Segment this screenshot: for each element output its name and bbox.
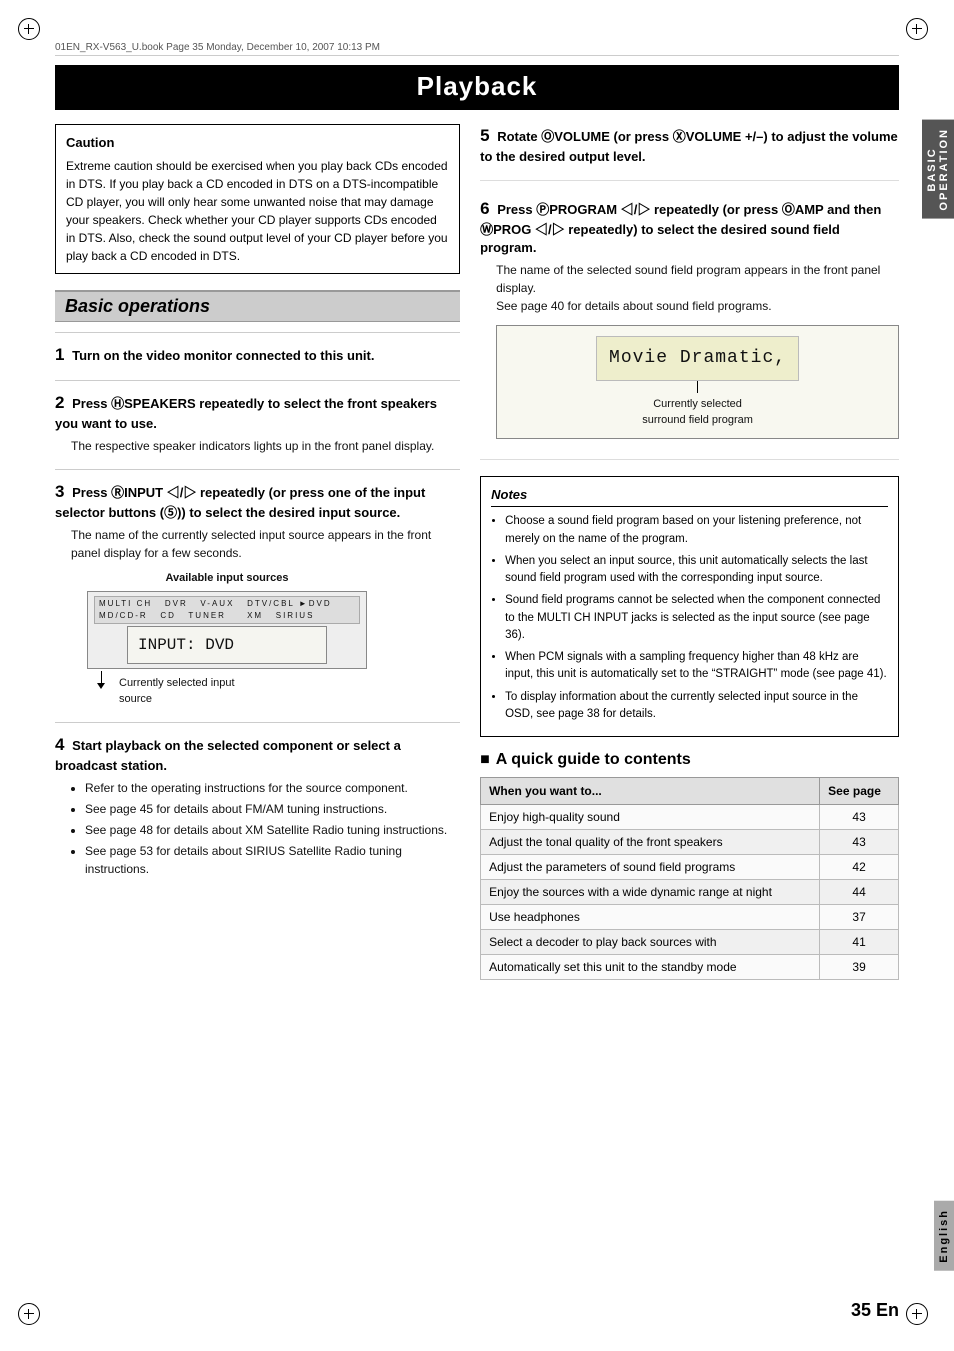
notes-item-1: Choose a sound field program based on yo… [505, 513, 888, 548]
step-3: 3 Press ⓇINPUT ◁/▷ repeatedly (or press … [55, 480, 460, 707]
table-cell-page: 39 [820, 955, 899, 980]
input-diagram: Available input sources MULTI CH DVR V-A… [87, 570, 367, 708]
step-4-bullet-1: Refer to the operating instructions for … [85, 779, 460, 797]
step-1-text: Turn on the video monitor connected to t… [72, 348, 374, 363]
table-cell-action: Enjoy high-quality sound [481, 805, 820, 830]
table-row: Enjoy the sources with a wide dynamic ra… [481, 880, 899, 905]
corner-mark-br [906, 1303, 936, 1333]
table-cell-page: 42 [820, 855, 899, 880]
table-cell-action: Select a decoder to play back sources wi… [481, 930, 820, 955]
table-cell-action: Automatically set this unit to the stand… [481, 955, 820, 980]
corner-mark-bl [18, 1303, 48, 1333]
quick-guide-title: A quick guide to contents [480, 751, 899, 769]
quick-guide-table: When you want to... See page Enjoy high-… [480, 777, 899, 980]
step-4: 4 Start playback on the selected compone… [55, 733, 460, 878]
step-5-number: 5 [480, 126, 489, 145]
input-display-row: MULTI CH DVR V-AUX DTV/CBL ►DVD MD/CD-R … [94, 596, 360, 624]
notes-title: Notes [491, 485, 888, 508]
step-6-header: 6 Press ⓅPROGRAM ◁/▷ repeatedly (or pres… [480, 197, 899, 257]
page-footer: 35 En [851, 1300, 899, 1321]
sidebar-label-basic-operation: BASICOPERATION [922, 120, 954, 219]
caution-title: Caution [66, 133, 449, 153]
display-arrow [697, 381, 698, 393]
table-row: Adjust the parameters of sound field pro… [481, 855, 899, 880]
step-6-text: Press ⓅPROGRAM ◁/▷ repeatedly (or press … [480, 202, 881, 255]
step-2-body: The respective speaker indicators lights… [71, 437, 460, 455]
caution-box: Caution Extreme caution should be exerci… [55, 124, 460, 274]
step-4-bullet-3: See page 48 for details about XM Satelli… [85, 821, 460, 839]
step-4-header: 4 Start playback on the selected compone… [55, 733, 460, 775]
header-bar: 01EN_RX-V563_U.book Page 35 Monday, Dece… [55, 42, 899, 56]
sidebar-label-english: English [934, 1201, 954, 1271]
step-6-body: The name of the selected sound field pro… [496, 261, 899, 439]
step-6: 6 Press ⓅPROGRAM ◁/▷ repeatedly (or pres… [480, 197, 899, 460]
notes-item-5: To display information about the current… [505, 689, 888, 724]
input-source-caption: Currently selected inputsource [109, 675, 235, 708]
table-row: Use headphones37 [481, 905, 899, 930]
step-4-bullet-2: See page 45 for details about FM/AM tuni… [85, 800, 460, 818]
table-cell-page: 43 [820, 805, 899, 830]
table-cell-action: Adjust the parameters of sound field pro… [481, 855, 820, 880]
corner-mark-tl [18, 18, 48, 48]
left-column: Caution Extreme caution should be exerci… [55, 124, 460, 980]
table-header-action: When you want to... [481, 778, 820, 805]
notes-item-4: When PCM signals with a sampling frequen… [505, 649, 888, 684]
notes-box: Notes Choose a sound field program based… [480, 476, 899, 737]
table-row: Adjust the tonal quality of the front sp… [481, 830, 899, 855]
section-heading: Basic operations [55, 290, 460, 322]
step-1: 1 Turn on the video monitor connected to… [55, 343, 460, 367]
step-3-body: The name of the currently selected input… [71, 526, 460, 708]
step-2: 2 Press ⒽSPEAKERS repeatedly to select t… [55, 391, 460, 455]
step-4-number: 4 [55, 735, 64, 754]
caution-text: Extreme caution should be exercised when… [66, 157, 449, 265]
notes-list: Choose a sound field program based on yo… [505, 513, 888, 723]
table-cell-page: 44 [820, 880, 899, 905]
step-2-number: 2 [55, 393, 64, 412]
table-cell-page: 37 [820, 905, 899, 930]
right-column: 5 Rotate ⓄVOLUME (or press ⓍVOLUME +/–) … [480, 124, 899, 980]
table-cell-action: Enjoy the sources with a wide dynamic ra… [481, 880, 820, 905]
input-display-box: INPUT: DVD [127, 626, 327, 664]
display-caption: Currently selected surround field progra… [507, 397, 888, 428]
step-2-text: Press ⒽSPEAKERS repeatedly to select the… [55, 396, 437, 431]
step-4-bullets: Refer to the operating instructions for … [85, 779, 460, 878]
step-4-bullet-4: See page 53 for details about SIRIUS Sat… [85, 842, 460, 878]
input-diagram-label: Available input sources [87, 570, 367, 587]
step-1-header: 1 Turn on the video monitor connected to… [55, 343, 460, 367]
step-1-number: 1 [55, 345, 64, 364]
header-text: 01EN_RX-V563_U.book Page 35 Monday, Dece… [55, 42, 380, 53]
step-4-body: Refer to the operating instructions for … [71, 779, 460, 878]
corner-mark-tr [906, 18, 936, 48]
main-content: Playback Caution Extreme caution should … [55, 65, 899, 1291]
step-3-number: 3 [55, 482, 64, 501]
step-2-header: 2 Press ⒽSPEAKERS repeatedly to select t… [55, 391, 460, 433]
step-4-text: Start playback on the selected component… [55, 738, 401, 773]
table-cell-page: 43 [820, 830, 899, 855]
step-5-text: Rotate ⓄVOLUME (or press ⓍVOLUME +/–) to… [480, 129, 898, 164]
table-row: Automatically set this unit to the stand… [481, 955, 899, 980]
notes-item-3: Sound field programs cannot be selected … [505, 592, 888, 644]
two-column-layout: Caution Extreme caution should be exerci… [55, 124, 899, 980]
table-cell-page: 41 [820, 930, 899, 955]
notes-item-2: When you select an input source, this un… [505, 553, 888, 588]
page-title: Playback [55, 65, 899, 110]
step-3-text: Press ⓇINPUT ◁/▷ repeatedly (or press on… [55, 485, 425, 520]
step-6-number: 6 [480, 199, 489, 218]
table-cell-action: Use headphones [481, 905, 820, 930]
step-5-header: 5 Rotate ⓄVOLUME (or press ⓍVOLUME +/–) … [480, 124, 899, 166]
table-row: Enjoy high-quality sound43 [481, 805, 899, 830]
step-3-header: 3 Press ⓇINPUT ◁/▷ repeatedly (or press … [55, 480, 460, 522]
display-box-container: Movie Dramatic, Currently selected surro… [496, 325, 899, 439]
page-number: 35 En [851, 1300, 899, 1321]
step-5: 5 Rotate ⓄVOLUME (or press ⓍVOLUME +/–) … [480, 124, 899, 181]
table-cell-action: Adjust the tonal quality of the front sp… [481, 830, 820, 855]
table-header-page: See page [820, 778, 899, 805]
display-box-inner: Movie Dramatic, [596, 336, 799, 381]
table-row: Select a decoder to play back sources wi… [481, 930, 899, 955]
